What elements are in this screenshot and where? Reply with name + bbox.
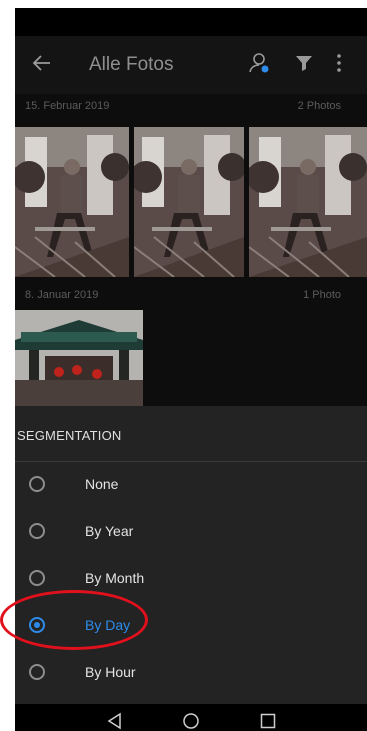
option-by-month[interactable]: By Month <box>15 557 367 603</box>
option-label: By Year <box>85 523 134 539</box>
nav-recents-icon[interactable] <box>259 712 277 730</box>
people-search-icon[interactable] <box>247 51 271 75</box>
filter-icon[interactable] <box>295 54 313 72</box>
option-label: By Month <box>85 570 145 586</box>
nav-back-icon[interactable] <box>106 712 124 730</box>
option-label: By Day <box>85 617 131 633</box>
phone-screen: Alle Fotos 15. Februar 2019 2 Photos 8. … <box>15 8 367 731</box>
radio-button[interactable] <box>29 664 45 680</box>
segmentation-sheet: SEGMENTATION None By Year By Month By Da… <box>15 406 367 704</box>
system-nav-bar <box>15 704 367 731</box>
more-vertical-icon[interactable] <box>335 53 343 73</box>
photo-thumbnail[interactable] <box>249 127 367 277</box>
photo-grid: 15. Februar 2019 2 Photos 8. Januar 2019… <box>15 94 367 406</box>
app-bar: Alle Fotos <box>15 36 367 94</box>
group-header: 8. Januar 2019 1 Photo <box>15 283 367 309</box>
radio-button[interactable] <box>29 476 45 492</box>
group-count: 2 Photos <box>297 100 341 112</box>
photo-thumbnail[interactable] <box>15 127 129 277</box>
status-bar <box>15 8 367 36</box>
radio-button-selected[interactable] <box>29 617 45 633</box>
radio-button[interactable] <box>29 523 45 539</box>
photo-thumbnail[interactable] <box>15 310 143 406</box>
group-date: 8. Januar 2019 <box>25 289 99 301</box>
arrow-left-icon[interactable] <box>31 52 53 74</box>
option-by-day[interactable]: By Day <box>15 604 367 650</box>
photo-thumbnail[interactable] <box>134 127 244 277</box>
option-label: None <box>85 476 119 492</box>
group-header: 15. Februar 2019 2 Photos <box>15 94 367 120</box>
nav-home-icon[interactable] <box>182 712 200 730</box>
divider <box>15 461 367 462</box>
page-title: Alle Fotos <box>89 54 174 75</box>
sheet-title: SEGMENTATION <box>17 428 122 443</box>
option-none[interactable]: None <box>15 463 367 509</box>
option-by-year[interactable]: By Year <box>15 510 367 556</box>
group-count: 1 Photo <box>303 289 341 301</box>
option-label: By Hour <box>85 664 136 680</box>
radio-button[interactable] <box>29 570 45 586</box>
option-by-hour[interactable]: By Hour <box>15 651 367 697</box>
group-date: 15. Februar 2019 <box>25 100 110 112</box>
